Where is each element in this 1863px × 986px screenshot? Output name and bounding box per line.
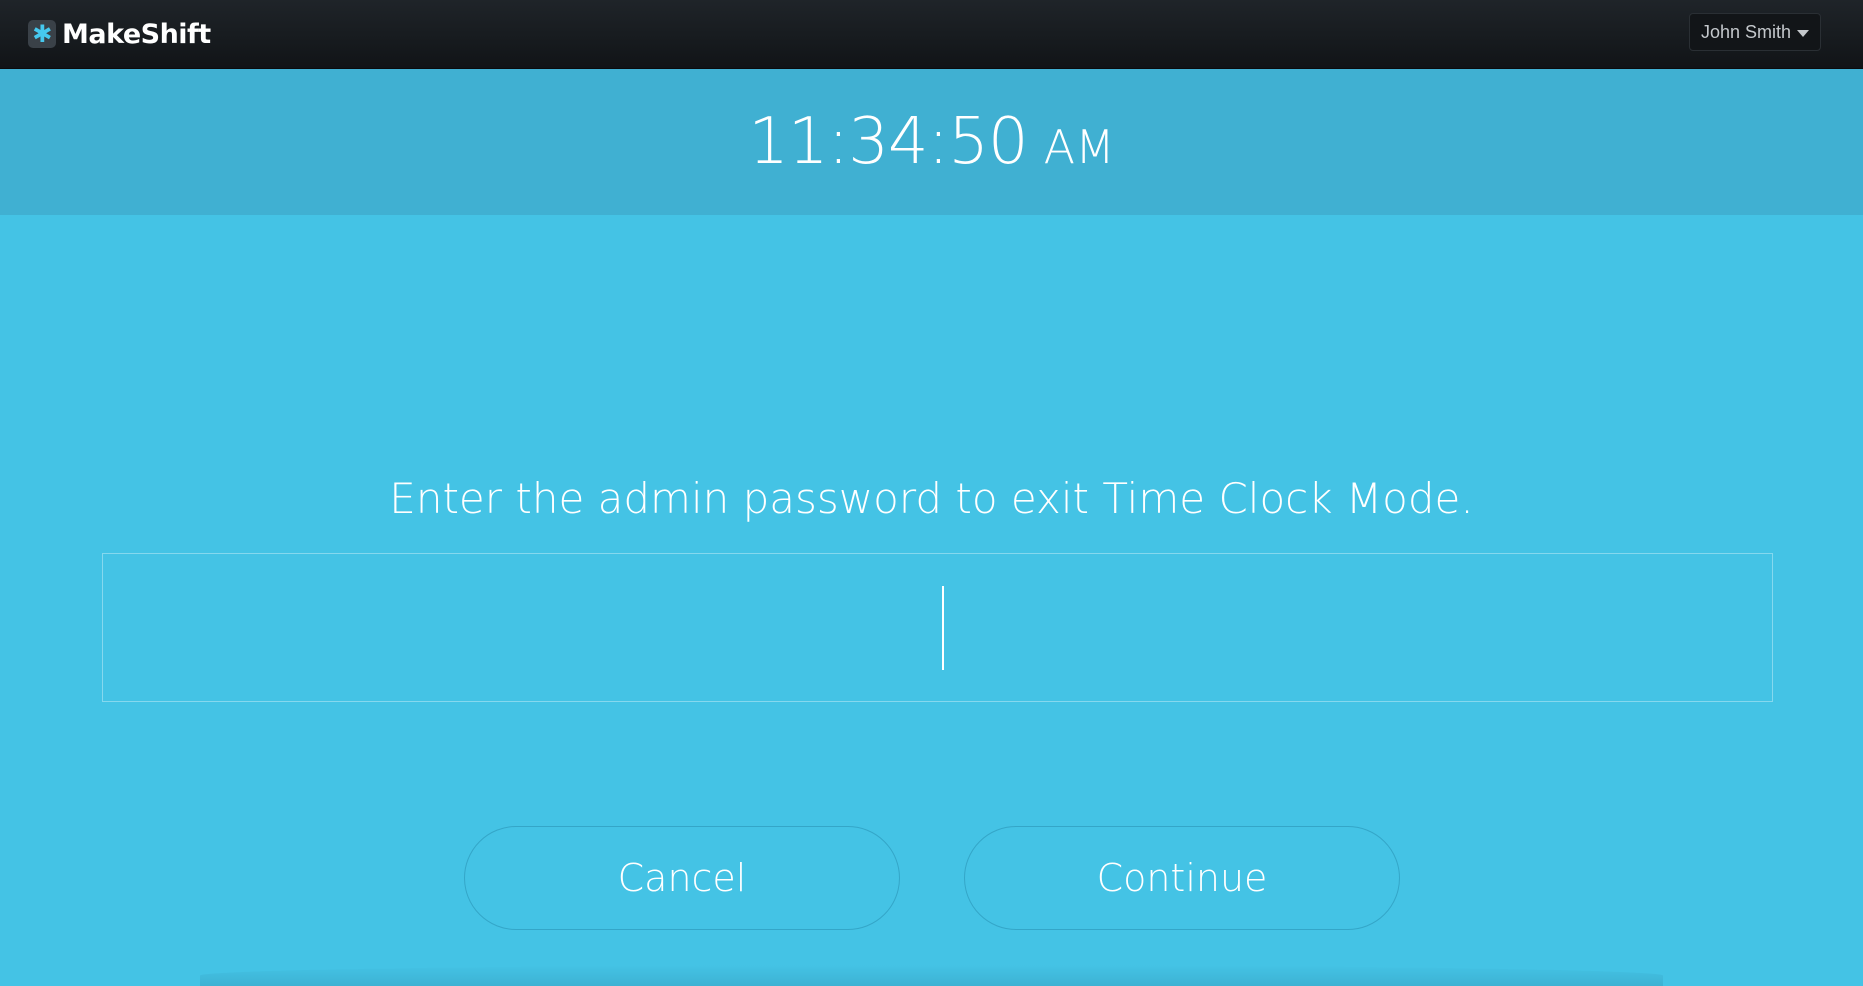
admin-password-input[interactable]: [103, 554, 1776, 703]
user-menu-dropdown[interactable]: John Smith: [1689, 13, 1821, 51]
user-menu-label: John Smith: [1700, 21, 1792, 42]
text-cursor: [942, 586, 944, 670]
caret-down-icon: [1797, 29, 1810, 37]
brand-logo[interactable]: ✱ MakeShift: [28, 16, 211, 52]
clock-ampm: AM: [1043, 120, 1115, 174]
password-field-container: [102, 553, 1776, 703]
top-navbar: ✱ MakeShift John Smith: [0, 0, 1863, 69]
asterisk-logo-icon: ✱: [28, 20, 56, 48]
continue-button[interactable]: Continue: [964, 826, 1400, 930]
app-name: MakeShift: [62, 18, 211, 50]
clock-band: 11:34:50 AM: [0, 69, 1863, 215]
exit-prompt-message: Enter the admin password to exit Time Cl…: [389, 474, 1474, 523]
cancel-button[interactable]: Cancel: [464, 826, 900, 930]
clock-time: 11:34:50: [748, 105, 1028, 179]
bottom-shadow: [200, 965, 1663, 986]
